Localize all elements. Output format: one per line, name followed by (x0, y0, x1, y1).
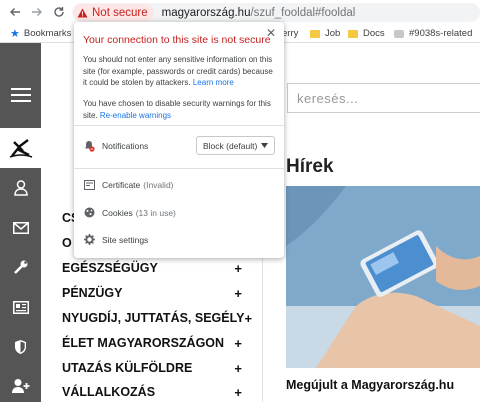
site-info-popup: ✕ Your connection to this site is not se… (74, 22, 284, 258)
sidebar-item-news[interactable] (0, 288, 41, 326)
popup-divider (74, 168, 284, 169)
hamburger-menu-button[interactable] (0, 67, 41, 123)
mail-icon (12, 222, 29, 234)
bookmark-job[interactable]: Job (310, 26, 340, 41)
gear-icon (83, 234, 95, 245)
popup-divider (74, 125, 284, 126)
learn-more-link[interactable]: Learn more (193, 78, 234, 87)
notifications-row: Notifications (83, 140, 148, 152)
newspaper-icon (12, 300, 29, 314)
menu-item-label: ÉLET MAGYARORSZÁGON (62, 336, 225, 350)
menu-item[interactable]: NYUGDÍJ, JUTTATÁS, SEGÉLY + (62, 308, 252, 328)
menu-item[interactable]: UTAZÁS KÜLFÖLDRE + (62, 358, 242, 378)
bookmark-label: erry (282, 28, 299, 39)
bookmark-label: Docs (363, 28, 385, 39)
forward-arrow-icon (32, 8, 42, 16)
security-chip-label: Not secure (92, 6, 148, 19)
news-heading: Hírek (286, 156, 334, 177)
sidebar-item-security[interactable] (0, 328, 41, 366)
wrench-icon (13, 260, 27, 274)
news-caption[interactable]: Megújult a Magyarország.hu (286, 378, 454, 392)
menu-item-label: EGÉSZSÉGÜGY (62, 261, 158, 275)
cookies-label: Cookies (102, 207, 133, 218)
site-settings-label: Site settings (102, 234, 149, 245)
url-path: /szuf_fooldal#fooldal (250, 6, 356, 19)
sidebar (0, 43, 41, 402)
expand-icon: + (234, 285, 242, 301)
search-input[interactable]: keresés... (287, 83, 480, 113)
notifications-label: Notifications (102, 141, 149, 151)
bookmark-label: Job (325, 28, 341, 39)
reload-icon (54, 7, 64, 17)
folder-icon (310, 29, 320, 38)
bookmark-docs[interactable]: Docs (348, 26, 385, 41)
bookmark-label: #9038s-related (409, 28, 473, 39)
cookie-icon (83, 207, 95, 218)
warning-text: You should not enter any sensitive infor… (83, 55, 273, 87)
certificate-row[interactable]: Certificate (Invalid) (83, 180, 174, 190)
folder-icon (348, 29, 358, 38)
popup-title: Your connection to this site is not secu… (83, 34, 271, 46)
warning-paragraph: You should not enter any sensitive infor… (83, 54, 277, 89)
browser-toolbar: Not secure magyarország.hu/szuf_fooldal#… (0, 0, 480, 24)
expand-icon: + (234, 384, 242, 400)
bookmark-label: Bookmarks (23, 28, 72, 39)
address-bar[interactable]: Not secure magyarország.hu/szuf_fooldal#… (72, 3, 480, 22)
disabled-paragraph: You have chosen to disable security warn… (83, 98, 277, 121)
news-image[interactable] (286, 186, 480, 368)
cookies-row[interactable]: Cookies (13 in use) (83, 207, 176, 218)
bookmark-bookmarks[interactable]: ★ Bookmarks (10, 26, 71, 41)
folder-icon (394, 29, 404, 38)
warning-icon (77, 8, 88, 17)
menu-item[interactable]: PÉNZÜGY + (62, 283, 242, 303)
notifications-select[interactable]: Block (default) (196, 136, 275, 155)
back-arrow-icon (10, 8, 20, 16)
menu-item-label: UTAZÁS KÜLFÖLDRE (62, 361, 193, 375)
shield-icon (15, 340, 26, 354)
notifications-value: Block (default) (203, 140, 258, 151)
site-logo[interactable] (0, 128, 41, 168)
security-chip[interactable]: Not secure (73, 4, 154, 21)
site-settings-row[interactable]: Site settings (83, 234, 148, 245)
forward-button[interactable] (26, 1, 48, 23)
add-user-icon (11, 379, 29, 393)
certificate-label: Certificate (102, 180, 141, 190)
expand-icon: + (234, 360, 242, 376)
expand-icon: + (234, 260, 242, 276)
menu-item-label: O (62, 236, 72, 250)
url-text[interactable]: magyarország.hu/szuf_fooldal#fooldal (162, 7, 356, 19)
user-icon (13, 180, 28, 196)
sidebar-item-user[interactable] (0, 169, 41, 207)
menu-item[interactable]: ÉLET MAGYARORSZÁGON + (62, 333, 242, 353)
menu-item[interactable]: EGÉSZSÉGÜGY + (62, 258, 242, 278)
phone-in-hand-image (286, 186, 480, 368)
certificate-icon (83, 180, 95, 190)
cookies-status: (13 in use) (135, 207, 176, 218)
reenable-warnings-link[interactable]: Re-enable warnings (100, 111, 171, 120)
hamburger-icon (10, 88, 31, 102)
certificate-status: (Invalid) (143, 180, 174, 190)
notification-blocked-icon (83, 140, 95, 152)
url-host: magyarország.hu (161, 6, 251, 19)
menu-item-label: PÉNZÜGY (62, 286, 123, 300)
expand-icon: + (234, 335, 242, 351)
sidebar-item-tools[interactable] (0, 248, 41, 286)
logo-icon (9, 139, 32, 158)
reload-button[interactable] (48, 1, 70, 23)
menu-item[interactable]: VÁLLALKOZÁS + (62, 382, 242, 402)
sidebar-item-mail[interactable] (0, 209, 41, 247)
menu-item-label: NYUGDÍJ, JUTTATÁS, SEGÉLY (62, 311, 245, 325)
dropdown-arrow-icon (261, 143, 268, 148)
sidebar-item-add-user[interactable] (0, 367, 41, 405)
star-icon: ★ (10, 28, 20, 40)
bookmark-erry[interactable]: erry (282, 26, 298, 41)
back-button[interactable] (4, 1, 26, 23)
expand-icon: + (244, 310, 253, 326)
bookmark-9038s-related[interactable]: #9038s-related (394, 26, 472, 41)
menu-item-label: VÁLLALKOZÁS (62, 385, 156, 399)
